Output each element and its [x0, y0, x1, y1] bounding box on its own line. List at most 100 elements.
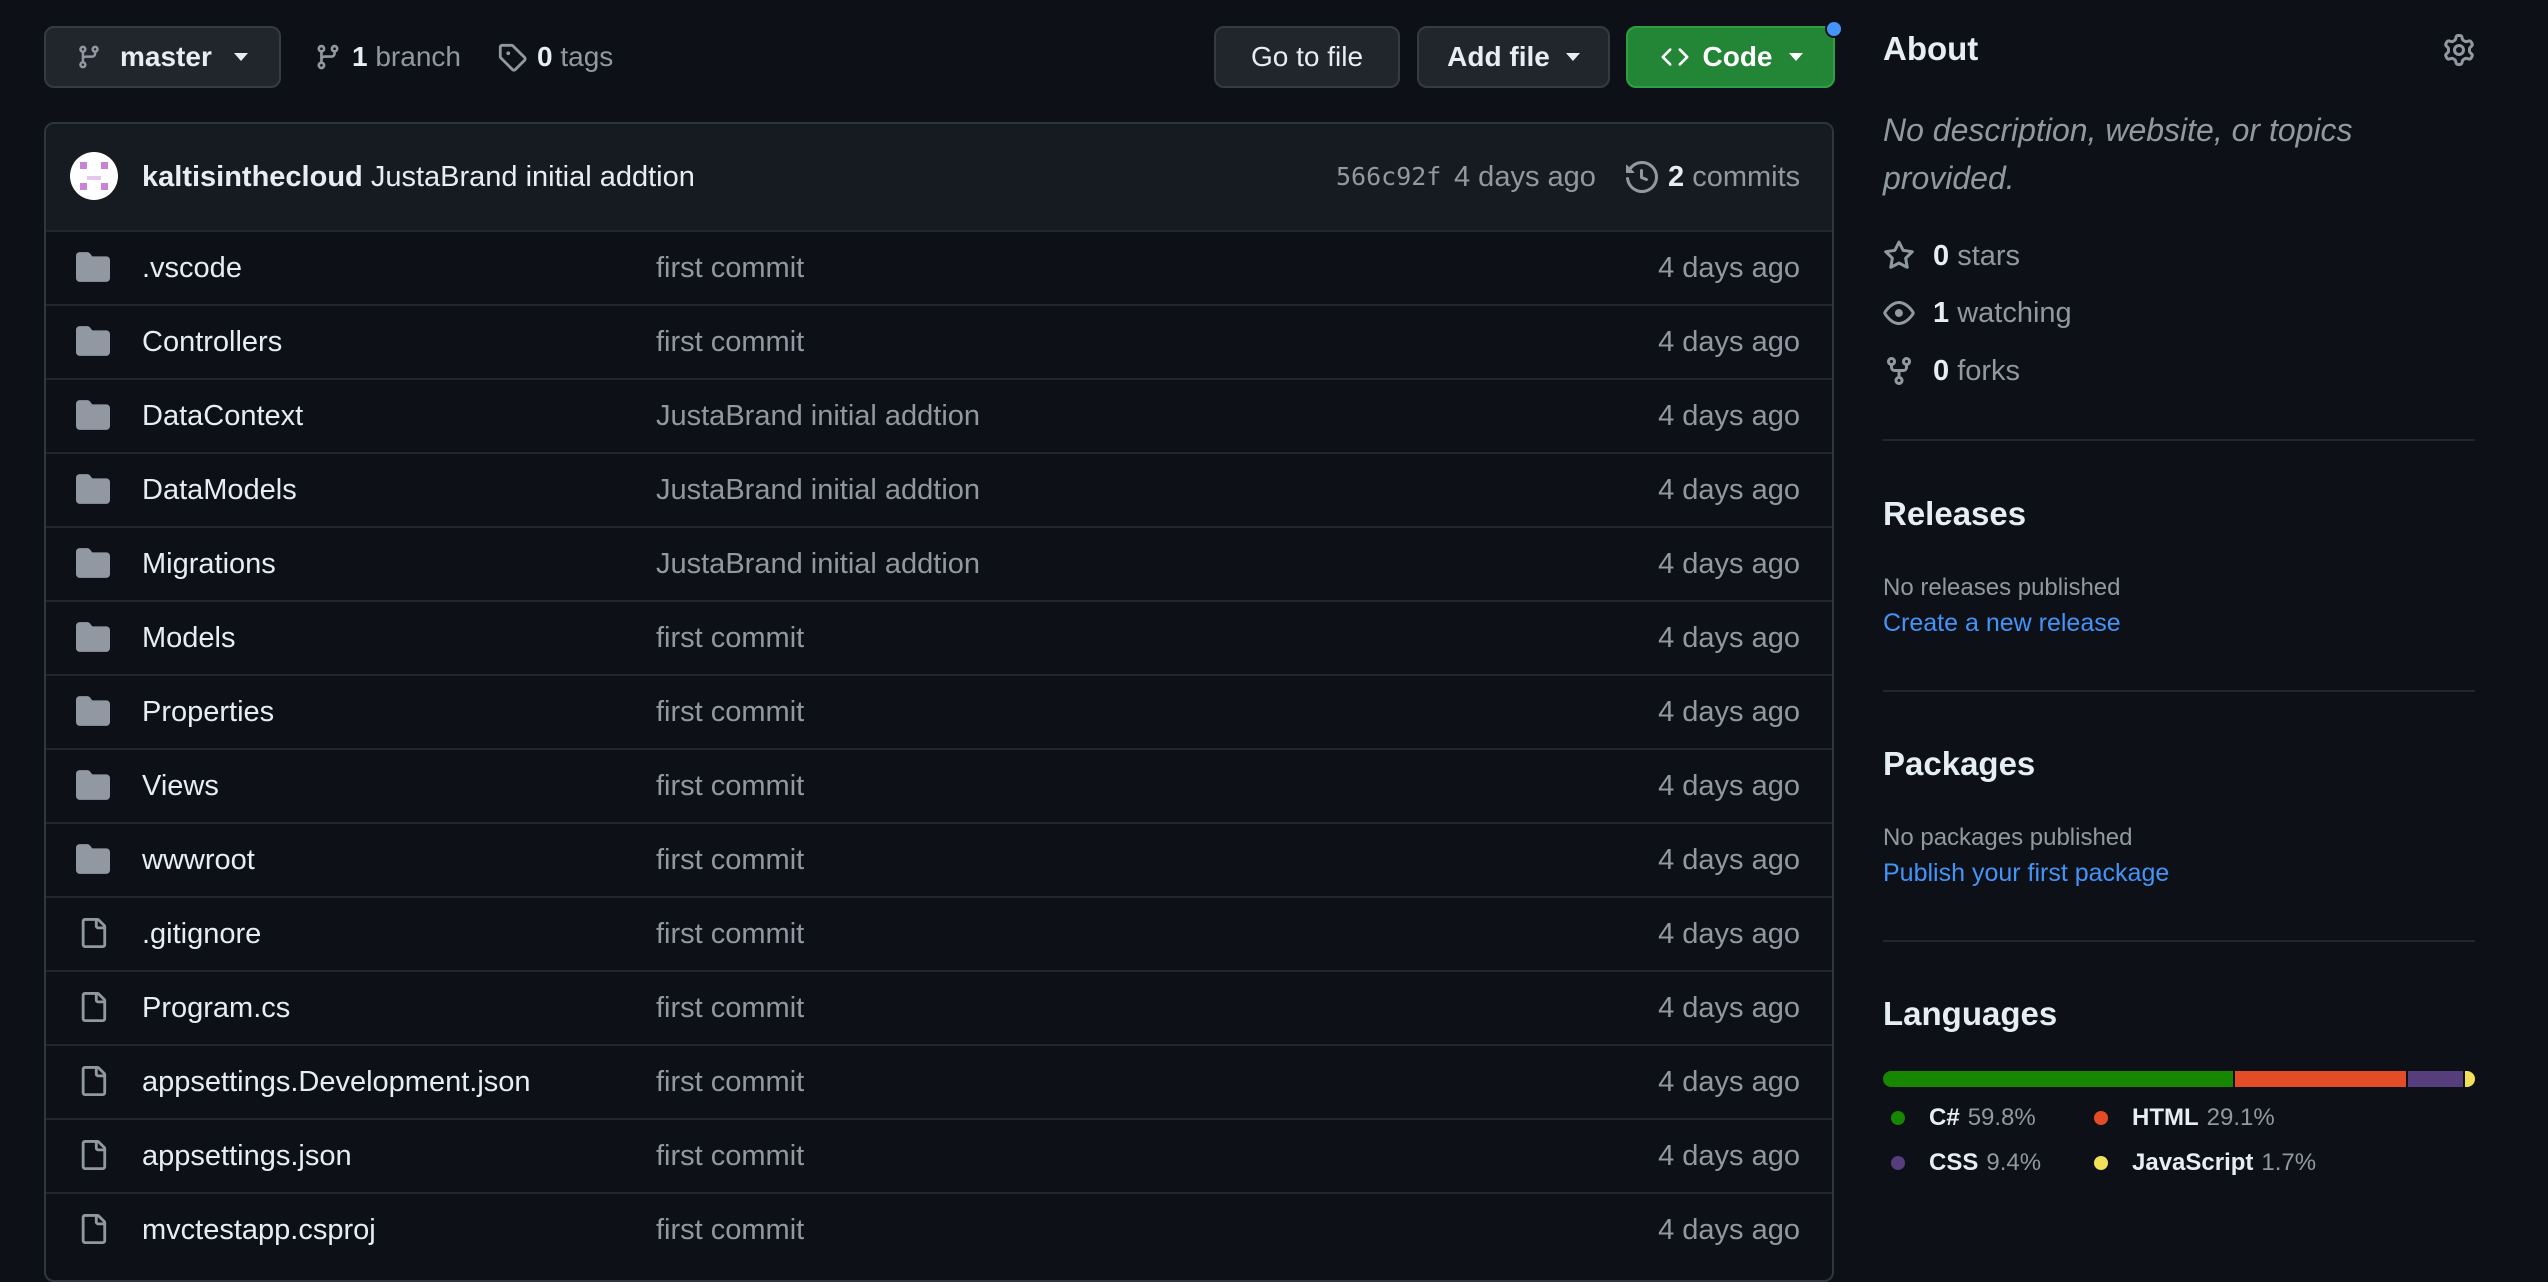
file-name-link[interactable]: Controllers	[142, 306, 282, 378]
folder-icon	[76, 326, 110, 356]
branches-link[interactable]: 1 branch	[314, 34, 461, 80]
file-commit-message-link[interactable]: first commit	[656, 676, 804, 748]
packages-title[interactable]: Packages	[1883, 745, 2035, 783]
language-percent: 1.7%	[2261, 1149, 2317, 1176]
forks-label: forks	[1957, 354, 2021, 387]
add-file-label: Add file	[1447, 41, 1550, 72]
stars-link[interactable]: 0 stars	[1883, 236, 2020, 276]
file-commit-message-link[interactable]: first commit	[656, 1194, 804, 1266]
commit-author[interactable]: kaltisinthecloud	[142, 161, 363, 193]
file-name-link[interactable]: mvctestapp.csproj	[142, 1194, 376, 1266]
repo-forked-icon	[1883, 355, 1915, 387]
file-row[interactable]: .gitignore first commit 4 days ago	[46, 896, 1832, 970]
file-row[interactable]: Program.cs first commit 4 days ago	[46, 970, 1832, 1044]
file-name-link[interactable]: DataModels	[142, 454, 297, 526]
sidebar-divider	[1883, 439, 2475, 441]
file-name-link[interactable]: appsettings.Development.json	[142, 1046, 531, 1118]
file-commit-message-link[interactable]: JustaBrand initial addtion	[656, 380, 980, 452]
language-item[interactable]: C# 59.8%	[1891, 1100, 2036, 1136]
file-name-link[interactable]: Properties	[142, 676, 274, 748]
file-commit-age: 4 days ago	[1658, 770, 1800, 802]
file-commit-message-link[interactable]: first commit	[656, 824, 804, 896]
file-commit-message-link[interactable]: first commit	[656, 898, 804, 970]
code-label: Code	[1702, 41, 1773, 72]
file-row[interactable]: Controllers first commit 4 days ago	[46, 304, 1832, 378]
file-row[interactable]: DataModels JustaBrand initial addtion 4 da…	[46, 452, 1832, 526]
watchers-link[interactable]: 1 watching	[1883, 293, 2072, 333]
languages-bar	[1883, 1071, 2475, 1087]
language-item[interactable]: JavaScript 1.7%	[2094, 1145, 2316, 1181]
publish-package-link[interactable]: Publish your first package	[1883, 859, 2169, 888]
file-commit-message-link[interactable]: first commit	[656, 602, 804, 674]
file-commit-message-link[interactable]: first commit	[656, 232, 804, 304]
file-row[interactable]: appsettings.Development.json first commit…	[46, 1044, 1832, 1118]
chevron-down-icon	[1788, 53, 1803, 61]
file-row[interactable]: Models first commit 4 days ago	[46, 600, 1832, 674]
language-bar-segment[interactable]	[2235, 1071, 2406, 1087]
file-name-link[interactable]: Program.cs	[142, 972, 290, 1044]
file-commit-message-link[interactable]: JustaBrand initial addtion	[656, 454, 980, 526]
file-commit-age: 4 days ago	[1658, 326, 1800, 358]
language-item[interactable]: HTML 29.1%	[2094, 1100, 2275, 1136]
forks-count: 0	[1933, 354, 1950, 387]
eye-icon	[1883, 297, 1915, 329]
file-name-link[interactable]: Models	[142, 602, 236, 674]
history-icon	[1626, 161, 1658, 193]
language-color-dot	[1891, 1111, 1905, 1125]
file-row[interactable]: Migrations JustaBrand initial addtion 4 da…	[46, 526, 1832, 600]
file-name-link[interactable]: wwwroot	[142, 824, 255, 896]
forks-link[interactable]: 0 forks	[1883, 351, 2020, 391]
go-to-file-label: Go to file	[1250, 41, 1364, 72]
releases-empty-text: No releases published	[1883, 574, 2121, 601]
file-commit-age: 4 days ago	[1658, 1214, 1800, 1246]
file-commit-message-link[interactable]: first commit	[656, 1120, 804, 1192]
language-color-dot	[1891, 1156, 1905, 1170]
create-release-link[interactable]: Create a new release	[1883, 609, 2121, 638]
language-bar-segment[interactable]	[1883, 1071, 2234, 1087]
sidebar-divider	[1883, 690, 2475, 692]
code-button[interactable]: Code	[1626, 26, 1835, 88]
avatar[interactable]	[70, 152, 118, 200]
gear-icon[interactable]	[2443, 34, 2475, 66]
packages-empty-text: No packages published	[1883, 824, 2133, 851]
file-icon	[78, 916, 108, 950]
watching-count: 1	[1933, 296, 1950, 329]
file-commit-message-link[interactable]: first commit	[656, 306, 804, 378]
tags-link[interactable]: 0 tags	[497, 34, 613, 80]
file-row[interactable]: mvctestapp.csproj first commit 4 days ago	[46, 1192, 1832, 1266]
stars-label: stars	[1957, 239, 2021, 272]
file-name-link[interactable]: Views	[142, 750, 219, 822]
file-commit-message-link[interactable]: first commit	[656, 750, 804, 822]
file-name-link[interactable]: .vscode	[142, 232, 242, 304]
commit-message[interactable]: JustaBrand initial addtion	[371, 161, 695, 193]
tag-icon	[497, 42, 527, 72]
language-item[interactable]: CSS 9.4%	[1891, 1145, 2041, 1181]
language-bar-segment[interactable]	[2465, 1071, 2475, 1087]
file-row[interactable]: wwwroot first commit 4 days ago	[46, 822, 1832, 896]
go-to-file-button[interactable]: Go to file	[1214, 26, 1400, 88]
file-row[interactable]: appsettings.json first commit 4 days ago	[46, 1118, 1832, 1192]
file-row[interactable]: .vscode first commit 4 days ago	[46, 230, 1832, 304]
releases-title[interactable]: Releases	[1883, 495, 2026, 533]
file-icon	[78, 990, 108, 1024]
file-commit-age: 4 days ago	[1658, 474, 1800, 506]
file-name-link[interactable]: .gitignore	[142, 898, 261, 970]
file-commit-message-link[interactable]: first commit	[656, 972, 804, 1044]
file-name-link[interactable]: Migrations	[142, 528, 276, 600]
file-row[interactable]: Views first commit 4 days ago	[46, 748, 1832, 822]
file-name-link[interactable]: appsettings.json	[142, 1120, 352, 1192]
file-commit-message-link[interactable]: JustaBrand initial addtion	[656, 528, 980, 600]
language-bar-segment[interactable]	[2407, 1071, 2464, 1087]
add-file-button[interactable]: Add file	[1417, 26, 1610, 88]
commits-link[interactable]: 2 commits	[1626, 154, 1800, 200]
file-commit-message-link[interactable]: first commit	[656, 1046, 804, 1118]
branch-select-button[interactable]: master	[44, 26, 281, 88]
file-row[interactable]: DataContext JustaBrand initial addtion 4 d…	[46, 378, 1832, 452]
file-commit-age: 4 days ago	[1658, 992, 1800, 1024]
git-branch-icon	[314, 42, 342, 72]
file-row[interactable]: Properties first commit 4 days ago	[46, 674, 1832, 748]
file-name-link[interactable]: DataContext	[142, 380, 303, 452]
file-commit-age: 4 days ago	[1658, 696, 1800, 728]
file-commit-age: 4 days ago	[1658, 400, 1800, 432]
commit-sha[interactable]: 566c92f	[1336, 124, 1441, 230]
